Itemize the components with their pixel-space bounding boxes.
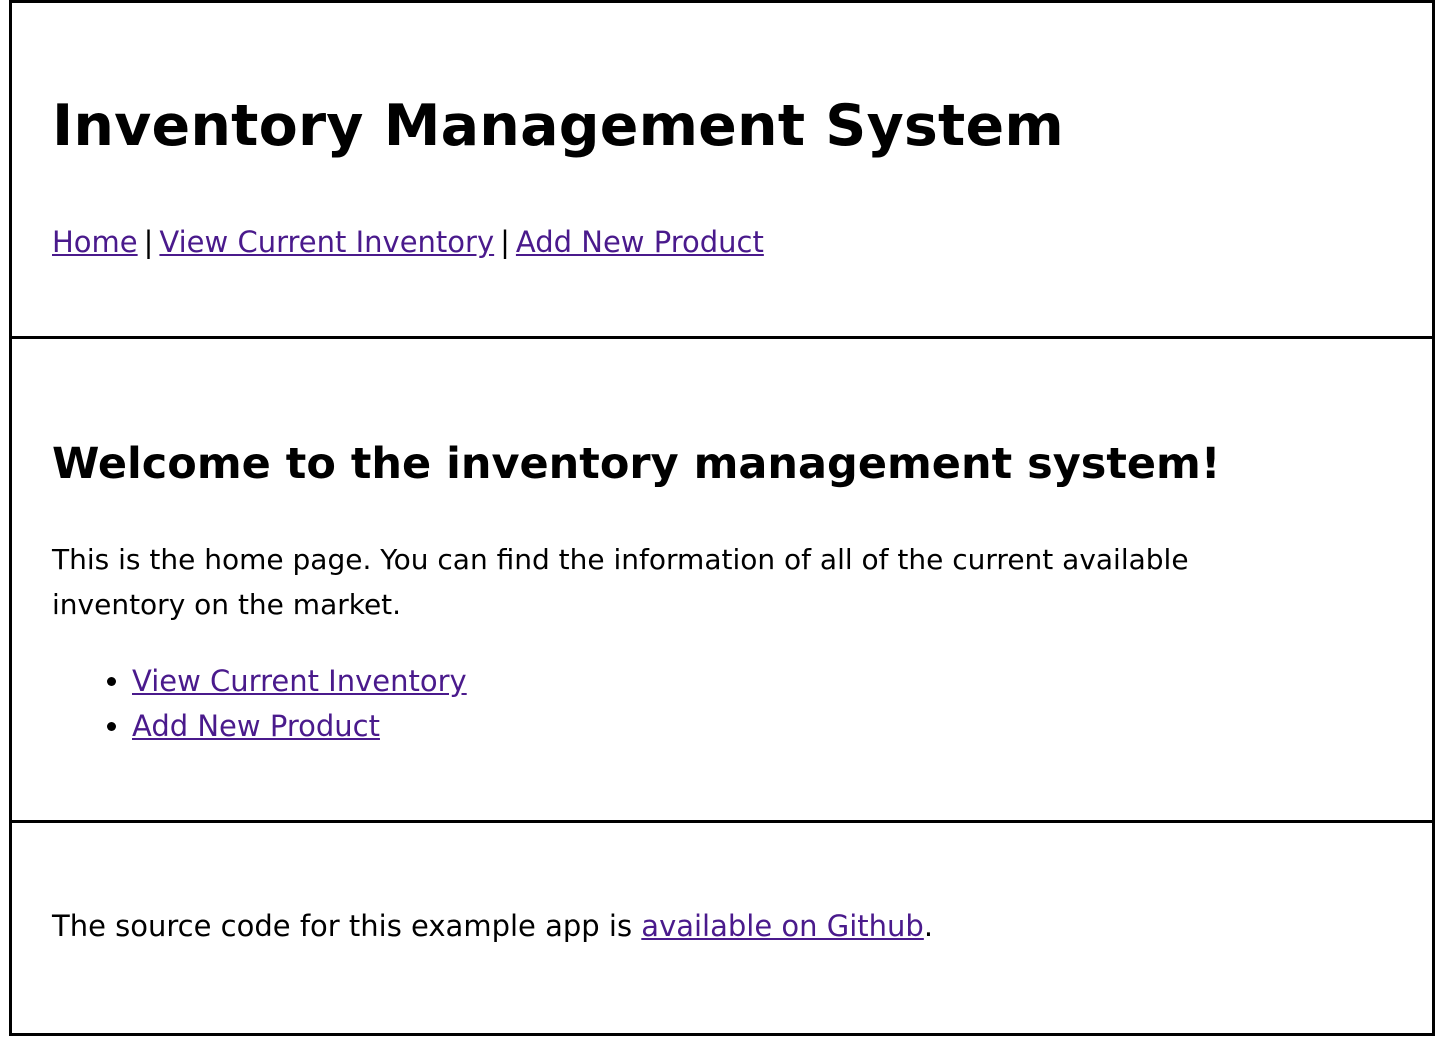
site-header: Inventory Management System Home | View Cu…	[9, 0, 1435, 339]
list-link-add-product[interactable]: Add New Product	[132, 709, 380, 743]
main-content: Welcome to the inventory management syst…	[9, 336, 1435, 823]
footer-text-after: .	[923, 909, 934, 943]
page-title: Inventory Management System	[52, 93, 1064, 159]
nav-link-view-inventory[interactable]: View Current Inventory	[159, 225, 494, 259]
nav-link-home[interactable]: Home	[52, 225, 138, 259]
nav-separator: |	[143, 225, 154, 259]
top-navigation: Home | View Current Inventory | Add New Prod…	[52, 225, 764, 260]
footer-text-before: The source code for this example app is	[52, 909, 642, 943]
nav-separator: |	[500, 225, 510, 259]
nav-link-add-product[interactable]: Add New Product	[516, 225, 764, 259]
site-footer: The source code for this example app is …	[9, 820, 1435, 1036]
list-item: View Current Inventory	[132, 659, 467, 704]
list-link-view-inventory[interactable]: View Current Inventory	[132, 664, 467, 698]
welcome-heading: Welcome to the inventory management syst…	[52, 439, 1221, 489]
intro-paragraph: This is the home page. You can find the …	[52, 543, 1189, 621]
list-item: Add New Product	[132, 704, 467, 749]
quick-links-list: View Current Inventory Add New Product	[52, 659, 467, 749]
footer-text: The source code for this example app is …	[52, 909, 933, 944]
github-link[interactable]: available on Github	[641, 909, 924, 943]
